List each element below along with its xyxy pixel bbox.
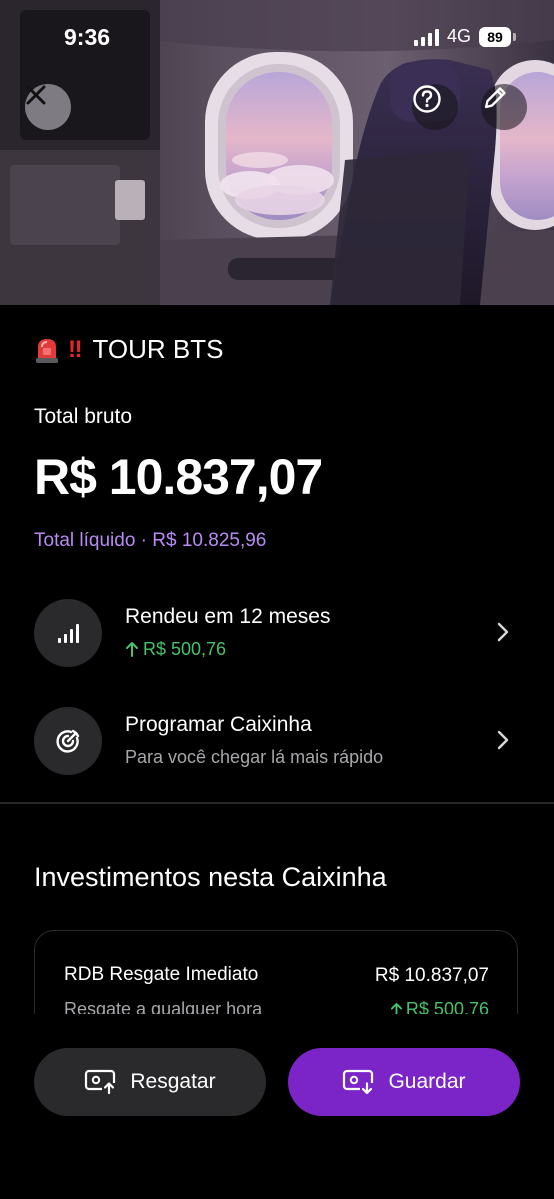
section-divider: [0, 802, 554, 804]
network-type: 4G: [446, 26, 471, 46]
edit-button[interactable]: [481, 84, 527, 130]
total-gross-label: Total bruto: [34, 405, 133, 428]
chevron-right-icon: [497, 730, 509, 750]
help-button[interactable]: [412, 84, 458, 130]
target-icon: [56, 729, 80, 753]
caixinha-header: ‼ TOUR BTS: [34, 334, 223, 365]
chevron-right-icon: [497, 622, 509, 642]
investment-amount: R$ 10.837,07: [374, 965, 489, 986]
status-time: 9:36: [64, 24, 111, 50]
arrow-up-icon: [126, 642, 138, 657]
schedule-caixinha-row[interactable]: Programar Caixinha Para você chegar lá m…: [34, 707, 520, 777]
target-icon-wrapper: [34, 707, 102, 775]
close-icon: [26, 85, 46, 105]
help-icon: [413, 85, 441, 113]
rotating-light-icon: [36, 338, 58, 363]
battery-level: 89: [479, 26, 511, 47]
withdraw-icon: [85, 1069, 117, 1095]
investments-title: Investimentos nesta Caixinha: [34, 862, 387, 892]
hero-image: 9:36 4G 89: [0, 0, 554, 305]
status-indicators: 4G 89: [413, 26, 516, 47]
withdraw-button[interactable]: Resgatar: [34, 1048, 266, 1116]
withdraw-label: Resgatar: [130, 1070, 216, 1093]
status-bar: 9:36 4G 89: [0, 0, 554, 72]
page-title: TOUR BTS: [92, 334, 224, 364]
total-gross-value: R$ 10.837,07: [34, 449, 323, 505]
yield-12-months-row[interactable]: Rendeu em 12 meses R$ 500,76: [34, 599, 520, 669]
deposit-icon: [343, 1069, 375, 1095]
double-exclamation-icon: ‼: [68, 335, 82, 363]
yield-value: R$ 500,76: [125, 639, 226, 660]
signal-icon: [413, 28, 439, 46]
battery-icon: 89: [479, 26, 516, 47]
pencil-icon: [484, 87, 506, 109]
bar-chart-icon-wrapper: [34, 599, 102, 667]
row-subtitle: Para você chegar lá mais rápido: [125, 747, 384, 767]
close-button[interactable]: [25, 84, 71, 130]
yield-amount: R$ 500,76: [143, 639, 227, 659]
row-title: Rendeu em 12 meses: [125, 605, 331, 628]
save-label: Guardar: [388, 1070, 466, 1093]
total-net-text[interactable]: Total líquido · R$ 10.825,96: [34, 530, 266, 552]
save-button[interactable]: Guardar: [288, 1048, 520, 1116]
bar-chart-icon: [58, 624, 79, 643]
row-title: Programar Caixinha: [125, 713, 312, 736]
investment-name: RDB Resgate Imediato: [64, 964, 259, 985]
